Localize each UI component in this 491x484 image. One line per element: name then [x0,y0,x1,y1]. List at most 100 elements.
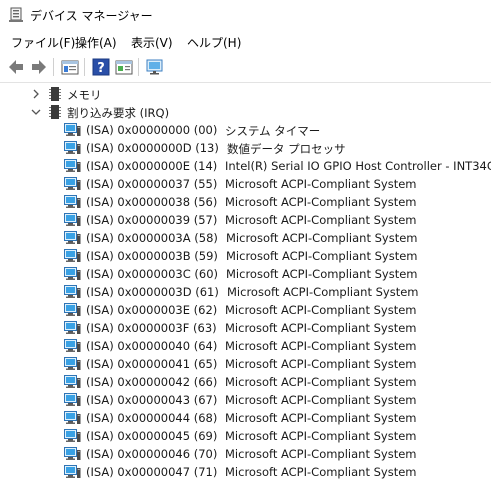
chevron-right-icon[interactable] [30,88,42,100]
irq-resource: (ISA) 0x00000041 (65) [86,357,218,371]
menu-action[interactable]: 操作(A) [75,34,117,51]
computer-device-icon [64,140,81,156]
irq-device-name: Intel(R) Serial IO GPIO Host Controller … [225,159,491,173]
menu-view[interactable]: 表示(V) [131,34,173,51]
tree-category-memory[interactable]: メモリ [0,85,491,103]
irq-device-name: Microsoft ACPI-Compliant System [225,429,417,443]
computer-device-icon [64,194,81,210]
irq-device-row[interactable]: (ISA) 0x0000003A (58) Microsoft ACPI-Comp… [0,229,491,247]
computer-device-icon [64,212,81,228]
irq-resource: (ISA) 0x0000000E (14) [86,159,218,173]
irq-device-name: Microsoft ACPI-Compliant System [225,303,417,317]
irq-resource: (ISA) 0x00000042 (66) [86,375,218,389]
computer-device-icon [64,122,81,138]
irq-resource: (ISA) 0x0000003C (60) [86,267,219,281]
computer-device-icon [64,392,81,408]
computer-device-icon [64,446,81,462]
irq-device-row[interactable]: (ISA) 0x0000003E (62) Microsoft ACPI-Comp… [0,301,491,319]
irq-device-name: Microsoft ACPI-Compliant System [226,249,418,263]
irq-device-row[interactable]: (ISA) 0x00000043 (67) Microsoft ACPI-Comp… [0,391,491,409]
irq-device-row[interactable]: (ISA) 0x00000044 (68) Microsoft ACPI-Comp… [0,409,491,427]
irq-device-name: システム タイマー [225,124,321,138]
irq-device-name: 数値データ プロセッサ [227,142,346,156]
irq-device-name: Microsoft ACPI-Compliant System [225,339,417,353]
irq-device-row[interactable]: (ISA) 0x0000003D (61) Microsoft ACPI-Comp… [0,283,491,301]
computer-device-icon [64,230,81,246]
irq-resource: (ISA) 0x00000043 (67) [86,393,218,407]
toolbar: ? [0,52,491,83]
irq-device-row[interactable]: (ISA) 0x00000041 (65) Microsoft ACPI-Comp… [0,355,491,373]
irq-device-row[interactable]: (ISA) 0x00000046 (70) Microsoft ACPI-Comp… [0,445,491,463]
forward-arrow-icon[interactable] [29,57,49,77]
irq-device-row[interactable]: (ISA) 0x00000045 (69) Microsoft ACPI-Comp… [0,427,491,445]
computer-device-icon [64,464,81,480]
irq-device-name: Microsoft ACPI-Compliant System [226,267,418,281]
irq-device-row[interactable]: (ISA) 0x00000000 (00) システム タイマー [0,121,491,139]
irq-device-row[interactable]: (ISA) 0x0000000D (13) 数値データ プロセッサ [0,139,491,157]
irq-device-row[interactable]: (ISA) 0x00000037 (55) Microsoft ACPI-Comp… [0,175,491,193]
computer-device-icon [64,284,81,300]
irq-device-name: Microsoft ACPI-Compliant System [227,285,419,299]
irq-device-row[interactable]: (ISA) 0x00000040 (64) Microsoft ACPI-Comp… [0,337,491,355]
irq-device-row[interactable]: (ISA) 0x00000042 (66) Microsoft ACPI-Comp… [0,373,491,391]
computer-device-icon [64,302,81,318]
irq-resource: (ISA) 0x00000046 (70) [86,447,218,461]
computer-device-icon [64,356,81,372]
irq-device-row[interactable]: (ISA) 0x00000047 (71) Microsoft ACPI-Comp… [0,463,491,481]
toolbar-separator [53,58,54,76]
title-bar: デバイス マネージャー [0,0,491,30]
irq-resource: (ISA) 0x00000000 (00) [86,123,218,137]
computer-device-icon [64,428,81,444]
device-manager-icon [8,7,24,23]
computer-device-icon [64,266,81,282]
properties-view-icon[interactable] [60,57,80,77]
irq-device-name: Microsoft ACPI-Compliant System [225,465,417,479]
memory-chip-icon [47,86,63,102]
svg-text:?: ? [97,61,105,76]
irq-resource: (ISA) 0x00000040 (64) [86,339,218,353]
irq-device-name: Microsoft ACPI-Compliant System [225,321,417,335]
irq-device-name: Microsoft ACPI-Compliant System [225,447,417,461]
irq-resource: (ISA) 0x00000039 (57) [86,213,218,227]
help-icon[interactable]: ? [91,57,111,77]
irq-chip-icon [47,104,63,120]
irq-device-name: Microsoft ACPI-Compliant System [225,213,417,227]
irq-device-name: Microsoft ACPI-Compliant System [225,195,417,209]
menu-file[interactable]: ファイル(F) [11,34,75,51]
computer-device-icon [64,374,81,390]
irq-device-row[interactable]: (ISA) 0x00000039 (57) Microsoft ACPI-Comp… [0,211,491,229]
computer-device-icon [64,158,81,174]
irq-resource: (ISA) 0x00000044 (68) [86,411,218,425]
irq-device-name: Microsoft ACPI-Compliant System [225,411,417,425]
computer-device-icon [64,338,81,354]
chevron-down-icon[interactable] [30,106,42,118]
category-label-irq: 割り込み要求 (IRQ) [67,106,170,120]
irq-device-row[interactable]: (ISA) 0x0000003F (63) Microsoft ACPI-Comp… [0,319,491,337]
irq-device-name: Microsoft ACPI-Compliant System [225,177,417,191]
toolbar-separator [138,58,139,76]
menu-bar: ファイル(F) 操作(A) 表示(V) ヘルプ(H) [0,30,491,52]
irq-device-row[interactable]: (ISA) 0x00000038 (56) Microsoft ACPI-Comp… [0,193,491,211]
irq-resource: (ISA) 0x0000003E (62) [86,303,218,317]
irq-resource: (ISA) 0x00000045 (69) [86,429,218,443]
irq-resource: (ISA) 0x0000003A (58) [86,231,218,245]
monitor-scan-icon[interactable] [145,57,165,77]
menu-help[interactable]: ヘルプ(H) [187,34,241,51]
device-tree: メモリ 割り込み要求 (IRQ) (ISA) 0x00000000 (00) シス… [0,83,491,484]
irq-device-row[interactable]: (ISA) 0x0000003B (59) Microsoft ACPI-Comp… [0,247,491,265]
window-title: デバイス マネージャー [30,9,153,23]
irq-resource: (ISA) 0x0000000D (13) [86,141,219,155]
irq-device-name: Microsoft ACPI-Compliant System [225,375,417,389]
computer-device-icon [64,248,81,264]
action-view-icon[interactable] [114,57,134,77]
irq-device-row[interactable]: (ISA) 0x0000003C (60) Microsoft ACPI-Comp… [0,265,491,283]
irq-device-name: Microsoft ACPI-Compliant System [225,393,417,407]
irq-device-name: Microsoft ACPI-Compliant System [226,231,418,245]
irq-resource: (ISA) 0x00000037 (55) [86,177,218,191]
tree-category-irq[interactable]: 割り込み要求 (IRQ) [0,103,491,121]
irq-resource: (ISA) 0x0000003B (59) [86,249,218,263]
irq-device-name: Microsoft ACPI-Compliant System [225,357,417,371]
toolbar-separator [84,58,85,76]
back-arrow-icon[interactable] [6,57,26,77]
irq-device-row[interactable]: (ISA) 0x0000000E (14) Intel(R) Serial IO … [0,157,491,175]
